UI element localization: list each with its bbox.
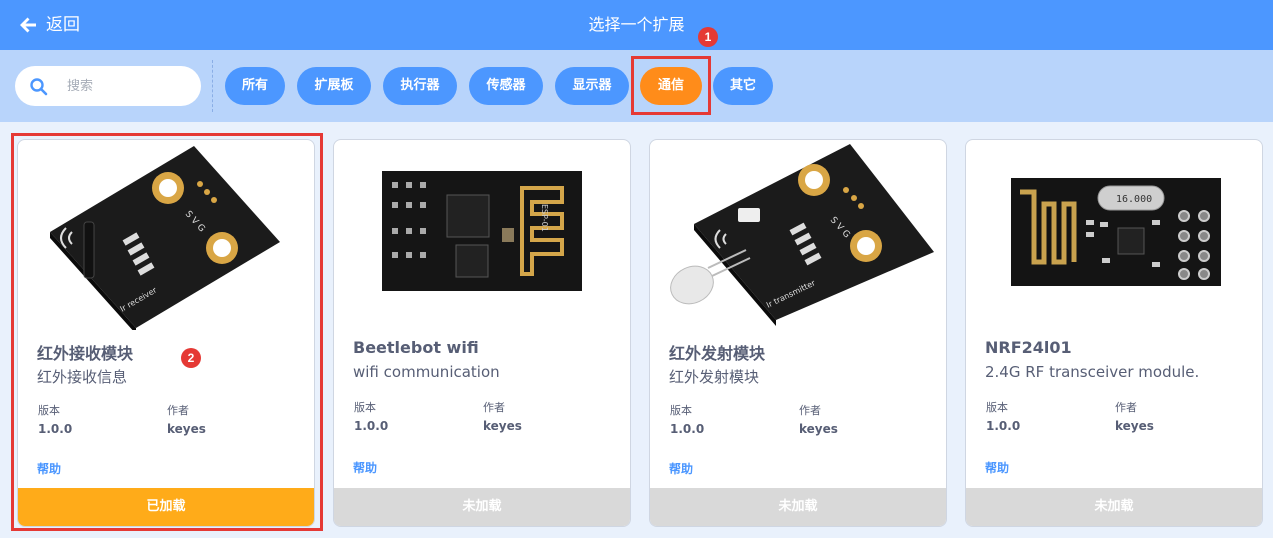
page-title: 选择一个扩展 xyxy=(588,17,685,34)
nrf24l01-module-image: 16.000 xyxy=(1011,178,1221,286)
card-description: 2.4G RF transceiver module. xyxy=(985,363,1200,381)
filter-chip-expansion-board[interactable]: 扩展板 xyxy=(297,67,371,105)
filter-chip-display[interactable]: 显示器 xyxy=(555,67,629,105)
filter-chip-all[interactable]: 所有 xyxy=(225,67,285,105)
filter-chip-sensor[interactable]: 传感器 xyxy=(469,67,543,105)
version-value: 1.0.0 xyxy=(354,419,389,433)
ir-transmitter-module-image: S V G Ir transmitter xyxy=(670,144,934,326)
extension-card-ir-receiver[interactable]: S V G Ir receiver 红外接收模块 红外接收信息 版本 作者 1.… xyxy=(17,139,315,527)
filter-chip-other[interactable]: 其它 xyxy=(713,67,773,105)
author-value: keyes xyxy=(167,422,206,436)
status-bar-not-loaded: 未加载 xyxy=(650,488,946,526)
filter-bar: 所有 扩展板 执行器 传感器 显示器 通信 其它 xyxy=(0,50,1273,122)
esp-01-wifi-module-image: ESP-01 xyxy=(382,171,582,291)
top-bar: 返回 选择一个扩展 1 xyxy=(0,0,1273,50)
help-link[interactable]: 帮助 xyxy=(353,459,377,476)
search-input[interactable] xyxy=(67,66,191,106)
author-value: keyes xyxy=(1115,419,1154,433)
card-title: 红外发射模块 xyxy=(669,344,766,363)
version-label: 版本 xyxy=(986,401,1008,414)
annotation-badge-1: 1 xyxy=(698,27,718,47)
version-value: 1.0.0 xyxy=(670,422,705,436)
version-label: 版本 xyxy=(670,404,692,417)
version-label: 版本 xyxy=(354,401,376,414)
card-description: wifi communication xyxy=(353,363,500,381)
ir-receiver-module-image: S V G Ir receiver xyxy=(50,146,280,330)
version-label: 版本 xyxy=(38,404,60,417)
filter-chip-actuator[interactable]: 执行器 xyxy=(383,67,457,105)
help-link[interactable]: 帮助 xyxy=(985,459,1009,476)
board-label: ESP-01 xyxy=(540,204,549,232)
author-label: 作者 xyxy=(799,404,821,417)
author-label: 作者 xyxy=(483,401,505,414)
card-title: Beetlebot wifi xyxy=(353,338,479,357)
help-link[interactable]: 帮助 xyxy=(37,460,61,477)
board-label: 16.000 xyxy=(1116,194,1152,205)
extension-card-ir-transmitter[interactable]: S V G Ir transmitter 红外发射模块 红外发射模块 版本 作者… xyxy=(649,139,947,527)
author-label: 作者 xyxy=(167,404,189,417)
annotation-badge-2: 2 xyxy=(181,348,201,368)
version-value: 1.0.0 xyxy=(38,422,73,436)
version-value: 1.0.0 xyxy=(986,419,1021,433)
filter-divider xyxy=(212,60,213,112)
extension-card-beetlebot-wifi[interactable]: ESP-01 Beetlebot wifi wifi communication… xyxy=(333,139,631,527)
card-description: 红外接收信息 xyxy=(37,368,128,386)
author-value: keyes xyxy=(799,422,838,436)
card-title: NRF24l01 xyxy=(985,338,1072,357)
status-bar-not-loaded: 未加载 xyxy=(966,488,1262,526)
card-title: 红外接收模块 xyxy=(37,344,134,363)
card-description: 红外发射模块 xyxy=(669,368,760,386)
search-icon xyxy=(30,78,48,96)
author-label: 作者 xyxy=(1115,401,1137,414)
status-bar-not-loaded: 未加载 xyxy=(334,488,630,526)
status-bar-loaded: 已加载 xyxy=(18,488,314,526)
extension-card-nrf24l01[interactable]: 16.000 NRF24l01 2.4G RF transceiver modu… xyxy=(965,139,1263,527)
author-value: keyes xyxy=(483,419,522,433)
help-link[interactable]: 帮助 xyxy=(669,460,693,477)
highlight-box-communication xyxy=(631,56,711,115)
search-box[interactable] xyxy=(15,66,201,106)
